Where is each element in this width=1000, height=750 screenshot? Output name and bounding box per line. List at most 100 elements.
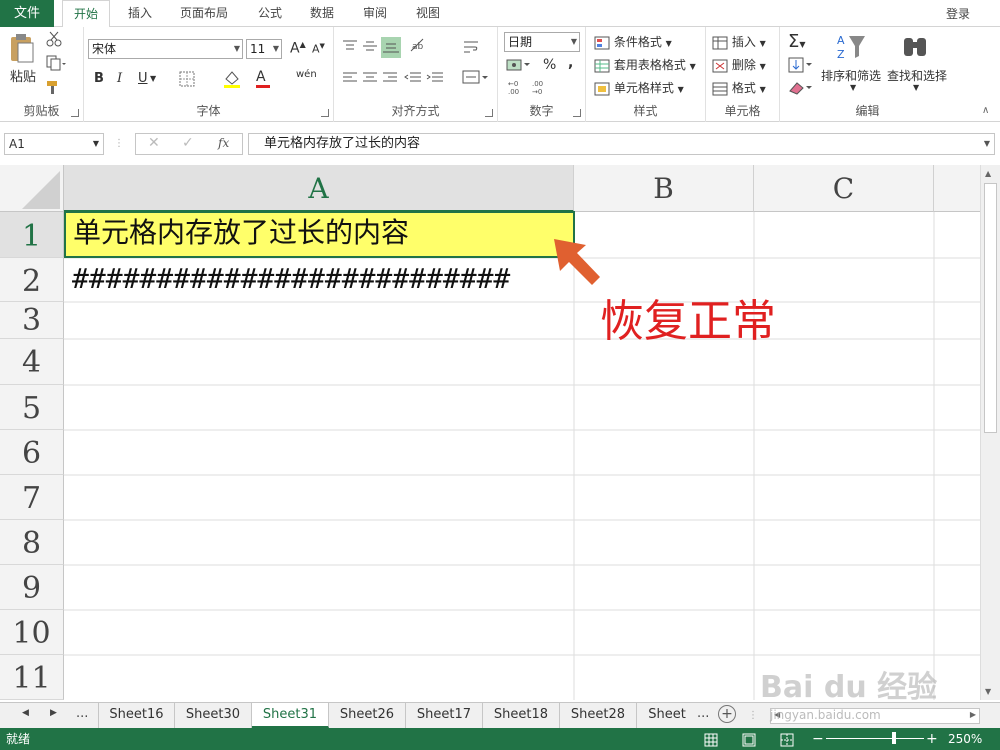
italic-button[interactable]: I	[117, 71, 122, 86]
number-launcher-icon[interactable]	[573, 109, 581, 117]
font-name-select[interactable]: 宋体 ▼	[88, 39, 243, 59]
align-left-icon[interactable]	[342, 71, 358, 88]
name-box[interactable]: A1 ▼	[4, 133, 104, 155]
clipboard-launcher-icon[interactable]	[71, 109, 79, 117]
format-cells-button[interactable]: 格式 ▼	[712, 79, 766, 96]
split-handle-icon[interactable]: ⋮	[748, 710, 758, 721]
sheet-tab[interactable]: Sheet30	[175, 703, 252, 728]
format-painter-icon[interactable]	[46, 79, 62, 98]
row-header-8[interactable]: 8	[0, 520, 64, 565]
normal-view-icon[interactable]	[704, 728, 718, 750]
row-header-3[interactable]: 3	[0, 302, 64, 339]
copy-icon[interactable]	[46, 55, 66, 74]
zoom-out-icon[interactable]: −	[812, 728, 824, 750]
cell-a1[interactable]: 单元格内存放了过长的内容	[64, 211, 575, 258]
page-break-view-icon[interactable]	[780, 728, 794, 750]
font-color-button[interactable]: A	[256, 69, 270, 88]
scroll-right-icon[interactable]: ▶	[970, 710, 976, 719]
row-header-1[interactable]: 1	[0, 212, 64, 258]
conditional-formatting-button[interactable]: 条件格式 ▼	[594, 33, 672, 50]
scroll-sheets-left-icon[interactable]: ◀	[22, 708, 29, 718]
sheet-tab[interactable]: Sheet28	[560, 703, 637, 728]
tab-page-layout[interactable]: 页面布局	[172, 0, 236, 27]
decrease-decimal-icon[interactable]: .00 →0	[530, 79, 550, 98]
accounting-format-icon[interactable]	[506, 57, 532, 76]
align-bottom-icon[interactable]	[381, 37, 401, 58]
row-header-2[interactable]: 2	[0, 258, 64, 302]
underline-dropdown-icon[interactable]: ▼	[150, 74, 156, 83]
add-sheet-icon[interactable]: +	[718, 705, 736, 723]
font-launcher-icon[interactable]	[321, 109, 329, 117]
tab-data[interactable]: 数据	[302, 0, 342, 27]
border-icon[interactable]	[179, 71, 195, 90]
paste-button[interactable]: 粘贴	[10, 66, 36, 85]
scroll-sheets-right-icon[interactable]: ▶	[50, 708, 57, 718]
orientation-icon[interactable]: ab	[409, 37, 431, 56]
tab-home[interactable]: 开始	[62, 0, 110, 28]
merge-center-icon[interactable]	[462, 69, 488, 88]
row-header-9[interactable]: 9	[0, 565, 64, 610]
enter-icon[interactable]: ✓	[182, 135, 194, 151]
collapse-ribbon-icon[interactable]: ∧	[982, 105, 989, 116]
tab-file[interactable]: 文件	[0, 0, 54, 27]
tab-view[interactable]: 视图	[408, 0, 448, 27]
sheet-tab[interactable]: Sheet16	[98, 703, 175, 728]
increase-decimal-icon[interactable]: ←0.00	[506, 79, 526, 98]
column-header-b[interactable]: B	[574, 165, 754, 212]
cell-a2[interactable]: ##########################	[64, 259, 574, 301]
tab-formulas[interactable]: 公式	[250, 0, 290, 27]
zoom-slider-thumb[interactable]	[892, 732, 896, 744]
format-as-table-button[interactable]: 套用表格格式 ▼	[594, 56, 696, 73]
row-header-6[interactable]: 6	[0, 430, 64, 475]
cancel-icon[interactable]: ✕	[148, 135, 160, 151]
sheet-tab[interactable]: Sheet	[637, 703, 697, 728]
column-header-d[interactable]	[934, 165, 980, 212]
find-select-icon[interactable]	[900, 32, 930, 65]
paste-icon[interactable]	[8, 33, 36, 68]
align-middle-icon[interactable]	[362, 39, 378, 56]
decrease-indent-icon[interactable]	[404, 71, 422, 88]
more-sheets-button[interactable]: ...	[76, 706, 88, 721]
sort-filter-icon[interactable]: AZ	[835, 32, 869, 65]
delete-cells-button[interactable]: 删除 ▼	[712, 56, 766, 73]
autosum-icon[interactable]: Σ▼	[788, 31, 806, 52]
fill-color-icon[interactable]	[222, 69, 242, 92]
page-layout-view-icon[interactable]	[742, 728, 756, 750]
sort-filter-button[interactable]: 排序和筛选	[821, 67, 881, 84]
percent-style-button[interactable]: %	[543, 57, 556, 73]
increase-indent-icon[interactable]	[426, 71, 444, 88]
login-link[interactable]: 登录	[946, 5, 970, 22]
number-format-select[interactable]: 日期 ▼	[504, 32, 580, 52]
row-header-4[interactable]: 4	[0, 339, 64, 385]
wrap-text-icon[interactable]	[462, 39, 480, 58]
sheet-tab[interactable]: Sheet18	[483, 703, 560, 728]
select-all-button[interactable]	[0, 165, 64, 212]
cut-icon[interactable]	[46, 31, 62, 50]
sheet-tab[interactable]: Sheet17	[406, 703, 483, 728]
row-header-10[interactable]: 10	[0, 610, 64, 655]
zoom-level[interactable]: 250%	[948, 728, 982, 750]
phonetic-button[interactable]: wén	[296, 69, 317, 80]
row-header-5[interactable]: 5	[0, 385, 64, 430]
row-header-7[interactable]: 7	[0, 475, 64, 520]
underline-button[interactable]: U	[138, 71, 148, 86]
align-center-icon[interactable]	[362, 71, 378, 88]
column-header-a[interactable]: A	[64, 165, 574, 212]
font-size-select[interactable]: 11 ▼	[246, 39, 282, 59]
decrease-font-size-icon[interactable]: A▼	[312, 42, 325, 56]
align-top-icon[interactable]	[342, 39, 358, 56]
insert-cells-button[interactable]: 插入 ▼	[712, 33, 766, 50]
vertical-scroll-thumb[interactable]	[984, 183, 997, 433]
comma-style-button[interactable]: ,	[568, 55, 573, 71]
scroll-down-icon[interactable]: ▼	[985, 687, 991, 696]
formula-input[interactable]: 单元格内存放了过长的内容	[248, 133, 995, 155]
align-right-icon[interactable]	[382, 71, 398, 88]
zoom-in-icon[interactable]: +	[926, 728, 938, 750]
column-header-c[interactable]: C	[754, 165, 934, 212]
scroll-up-icon[interactable]: ▲	[985, 169, 991, 178]
increase-font-size-icon[interactable]: A▲	[290, 40, 306, 57]
sheet-tab-active[interactable]: Sheet31	[252, 703, 329, 728]
tab-review[interactable]: 审阅	[355, 0, 395, 27]
zoom-slider[interactable]	[826, 732, 924, 744]
row-header-11[interactable]: 11	[0, 655, 64, 700]
